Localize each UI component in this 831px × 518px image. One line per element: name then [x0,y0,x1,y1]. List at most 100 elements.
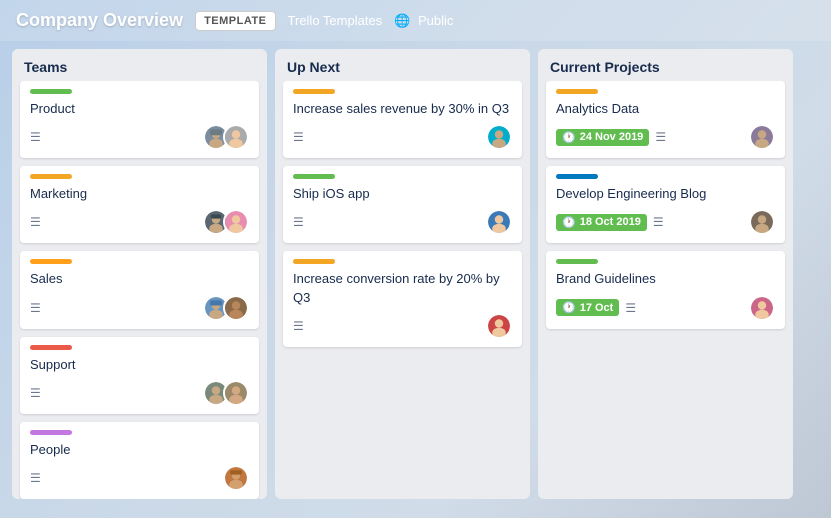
card-title-marketing: Marketing [30,185,249,203]
color-bar [556,259,598,264]
public-link[interactable]: 🌐 Public [394,13,453,29]
card-avatars [203,124,249,150]
column-up-next: Up Next Increase sales revenue by 30% in… [275,49,530,499]
card-avatars [486,124,512,150]
card-sales[interactable]: Sales ☰ [20,251,259,328]
column-up-next-cards: Increase sales revenue by 30% in Q3 ☰ Sh… [275,81,530,499]
clock-icon: 🕐 [562,301,576,314]
due-date-badge: 🕐 17 Oct [556,299,619,316]
column-current-projects-header: Current Projects [538,49,793,81]
card-footer: ☰ [293,209,512,235]
card-footer-marketing: ☰ [30,209,249,235]
card-avatars [486,313,512,339]
globe-icon: 🌐 [394,13,410,28]
card-footer: 🕐 17 Oct ☰ [556,295,775,321]
avatar [486,313,512,339]
card-menu-icon[interactable]: ☰ [30,301,41,315]
color-bar-yellow-orange [30,259,72,264]
card-ship-ios[interactable]: Ship iOS app ☰ [283,166,522,243]
card-increase-sales[interactable]: Increase sales revenue by 30% in Q3 ☰ [283,81,522,158]
card-avatars [749,209,775,235]
card-menu-icon[interactable]: ☰ [30,130,41,144]
avatar [223,295,249,321]
avatar [223,124,249,150]
card-title-increase-sales: Increase sales revenue by 30% in Q3 [293,100,512,118]
due-date-text: 18 Oct 2019 [580,216,641,228]
card-menu-icon[interactable]: ☰ [653,215,664,229]
column-teams-header: Teams [12,49,267,81]
card-title-support: Support [30,356,249,374]
card-title-brand-guidelines: Brand Guidelines [556,270,775,288]
card-support[interactable]: Support ☰ [20,337,259,414]
card-avatars [486,209,512,235]
card-menu-icon[interactable]: ☰ [293,319,304,333]
color-bar-red [30,345,72,350]
card-menu-icon[interactable]: ☰ [30,215,41,229]
color-bar-green [30,89,72,94]
app-header: Company Overview TEMPLATE Trello Templat… [0,0,831,41]
due-date-badge: 🕐 18 Oct 2019 [556,214,647,231]
card-product[interactable]: Product ☰ [20,81,259,158]
column-teams-cards: Product ☰ Marketing [12,81,267,499]
column-up-next-header: Up Next [275,49,530,81]
color-bar [293,259,335,264]
card-footer-product: ☰ [30,124,249,150]
card-title-product: Product [30,100,249,118]
column-teams: Teams Product ☰ [12,49,267,499]
card-menu-icon[interactable]: ☰ [293,130,304,144]
avatar [223,209,249,235]
card-engineering-blog[interactable]: Develop Engineering Blog 🕐 18 Oct 2019 ☰ [546,166,785,243]
card-footer-people: ☰ [30,465,249,491]
card-title-sales: Sales [30,270,249,288]
card-menu-icon[interactable]: ☰ [293,215,304,229]
avatar [486,124,512,150]
card-title-analytics-data: Analytics Data [556,100,775,118]
card-marketing[interactable]: Marketing ☰ [20,166,259,243]
card-footer: ☰ [293,313,512,339]
card-brand-guidelines[interactable]: Brand Guidelines 🕐 17 Oct ☰ [546,251,785,328]
card-footer: 🕐 24 Nov 2019 ☰ [556,124,775,150]
card-avatars [203,209,249,235]
card-avatars [203,295,249,321]
template-badge[interactable]: TEMPLATE [195,11,275,31]
avatar [749,209,775,235]
badge-and-lines: 🕐 24 Nov 2019 ☰ [556,129,666,146]
avatar [749,295,775,321]
card-title-engineering-blog: Develop Engineering Blog [556,185,775,203]
card-menu-icon[interactable]: ☰ [625,301,636,315]
card-footer-sales: ☰ [30,295,249,321]
trello-templates-link[interactable]: Trello Templates [288,13,383,28]
card-menu-icon[interactable]: ☰ [30,386,41,400]
clock-icon: 🕐 [562,131,576,144]
avatar [223,380,249,406]
card-analytics-data[interactable]: Analytics Data 🕐 24 Nov 2019 ☰ [546,81,785,158]
badge-and-lines: 🕐 18 Oct 2019 ☰ [556,214,664,231]
card-avatars [203,380,249,406]
clock-icon: 🕐 [562,216,576,229]
card-menu-icon[interactable]: ☰ [655,130,666,144]
color-bar-orange [30,174,72,179]
avatar [486,209,512,235]
board-title: Company Overview [16,10,183,31]
color-bar-purple [30,430,72,435]
badge-and-lines: 🕐 17 Oct ☰ [556,299,636,316]
avatar [749,124,775,150]
color-bar [556,89,598,94]
card-avatars [223,465,249,491]
card-avatars [749,124,775,150]
card-footer-support: ☰ [30,380,249,406]
card-title-people: People [30,441,249,459]
card-avatars [749,295,775,321]
color-bar [293,174,335,179]
card-footer: ☰ [293,124,512,150]
card-footer: 🕐 18 Oct 2019 ☰ [556,209,775,235]
card-menu-icon[interactable]: ☰ [30,471,41,485]
due-date-text: 17 Oct [580,302,614,314]
card-people[interactable]: People ☰ [20,422,259,499]
card-increase-conversion[interactable]: Increase conversion rate by 20% by Q3 ☰ [283,251,522,346]
avatar [223,465,249,491]
color-bar [556,174,598,179]
card-title-increase-conversion: Increase conversion rate by 20% by Q3 [293,270,512,306]
column-current-projects: Current Projects Analytics Data 🕐 24 Nov… [538,49,793,499]
board: Teams Product ☰ [0,41,831,511]
